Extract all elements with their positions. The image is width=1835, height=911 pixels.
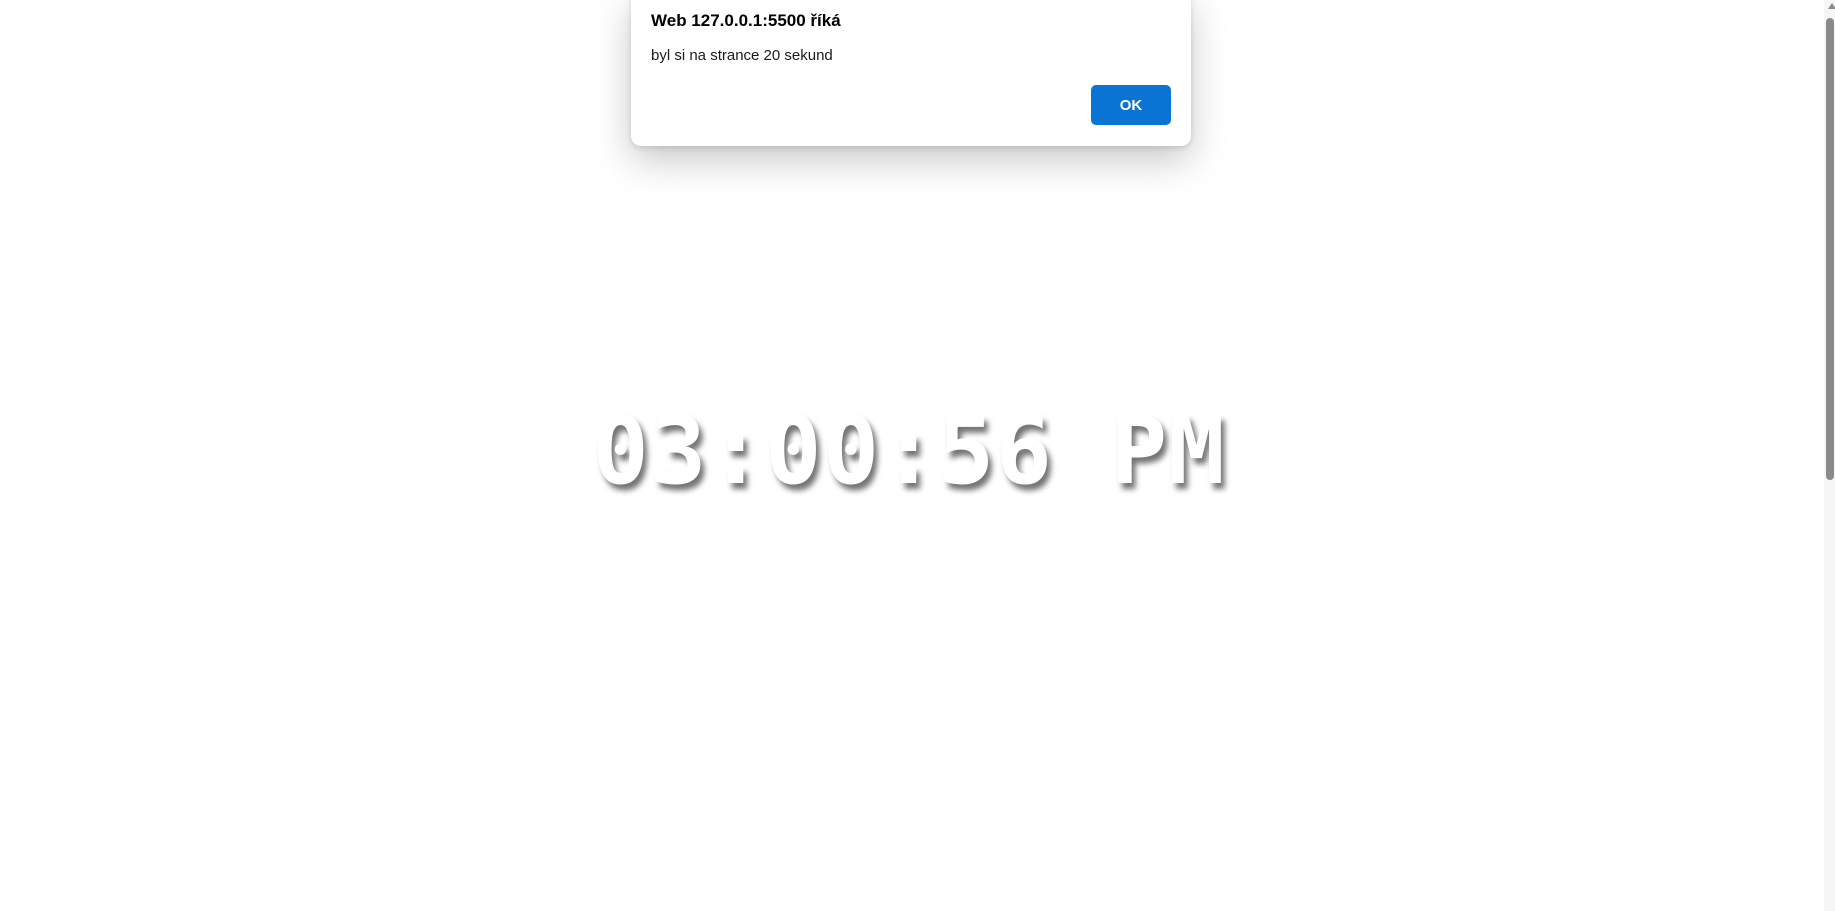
alert-dialog: Web 127.0.0.1:5500 říká byl si na stranc… [631, 0, 1191, 146]
chevron-up-icon[interactable] [1828, 3, 1835, 9]
alert-message: byl si na strance 20 sekund [651, 47, 833, 64]
page-viewport: 03:00:56 PM Web 127.0.0.1:5500 říká byl … [0, 0, 1835, 911]
scrollbar-thumb[interactable] [1826, 18, 1834, 480]
alert-title: Web 127.0.0.1:5500 říká [651, 11, 841, 30]
digital-clock: 03:00:56 PM [592, 397, 1226, 506]
ok-button[interactable]: OK [1091, 85, 1171, 125]
